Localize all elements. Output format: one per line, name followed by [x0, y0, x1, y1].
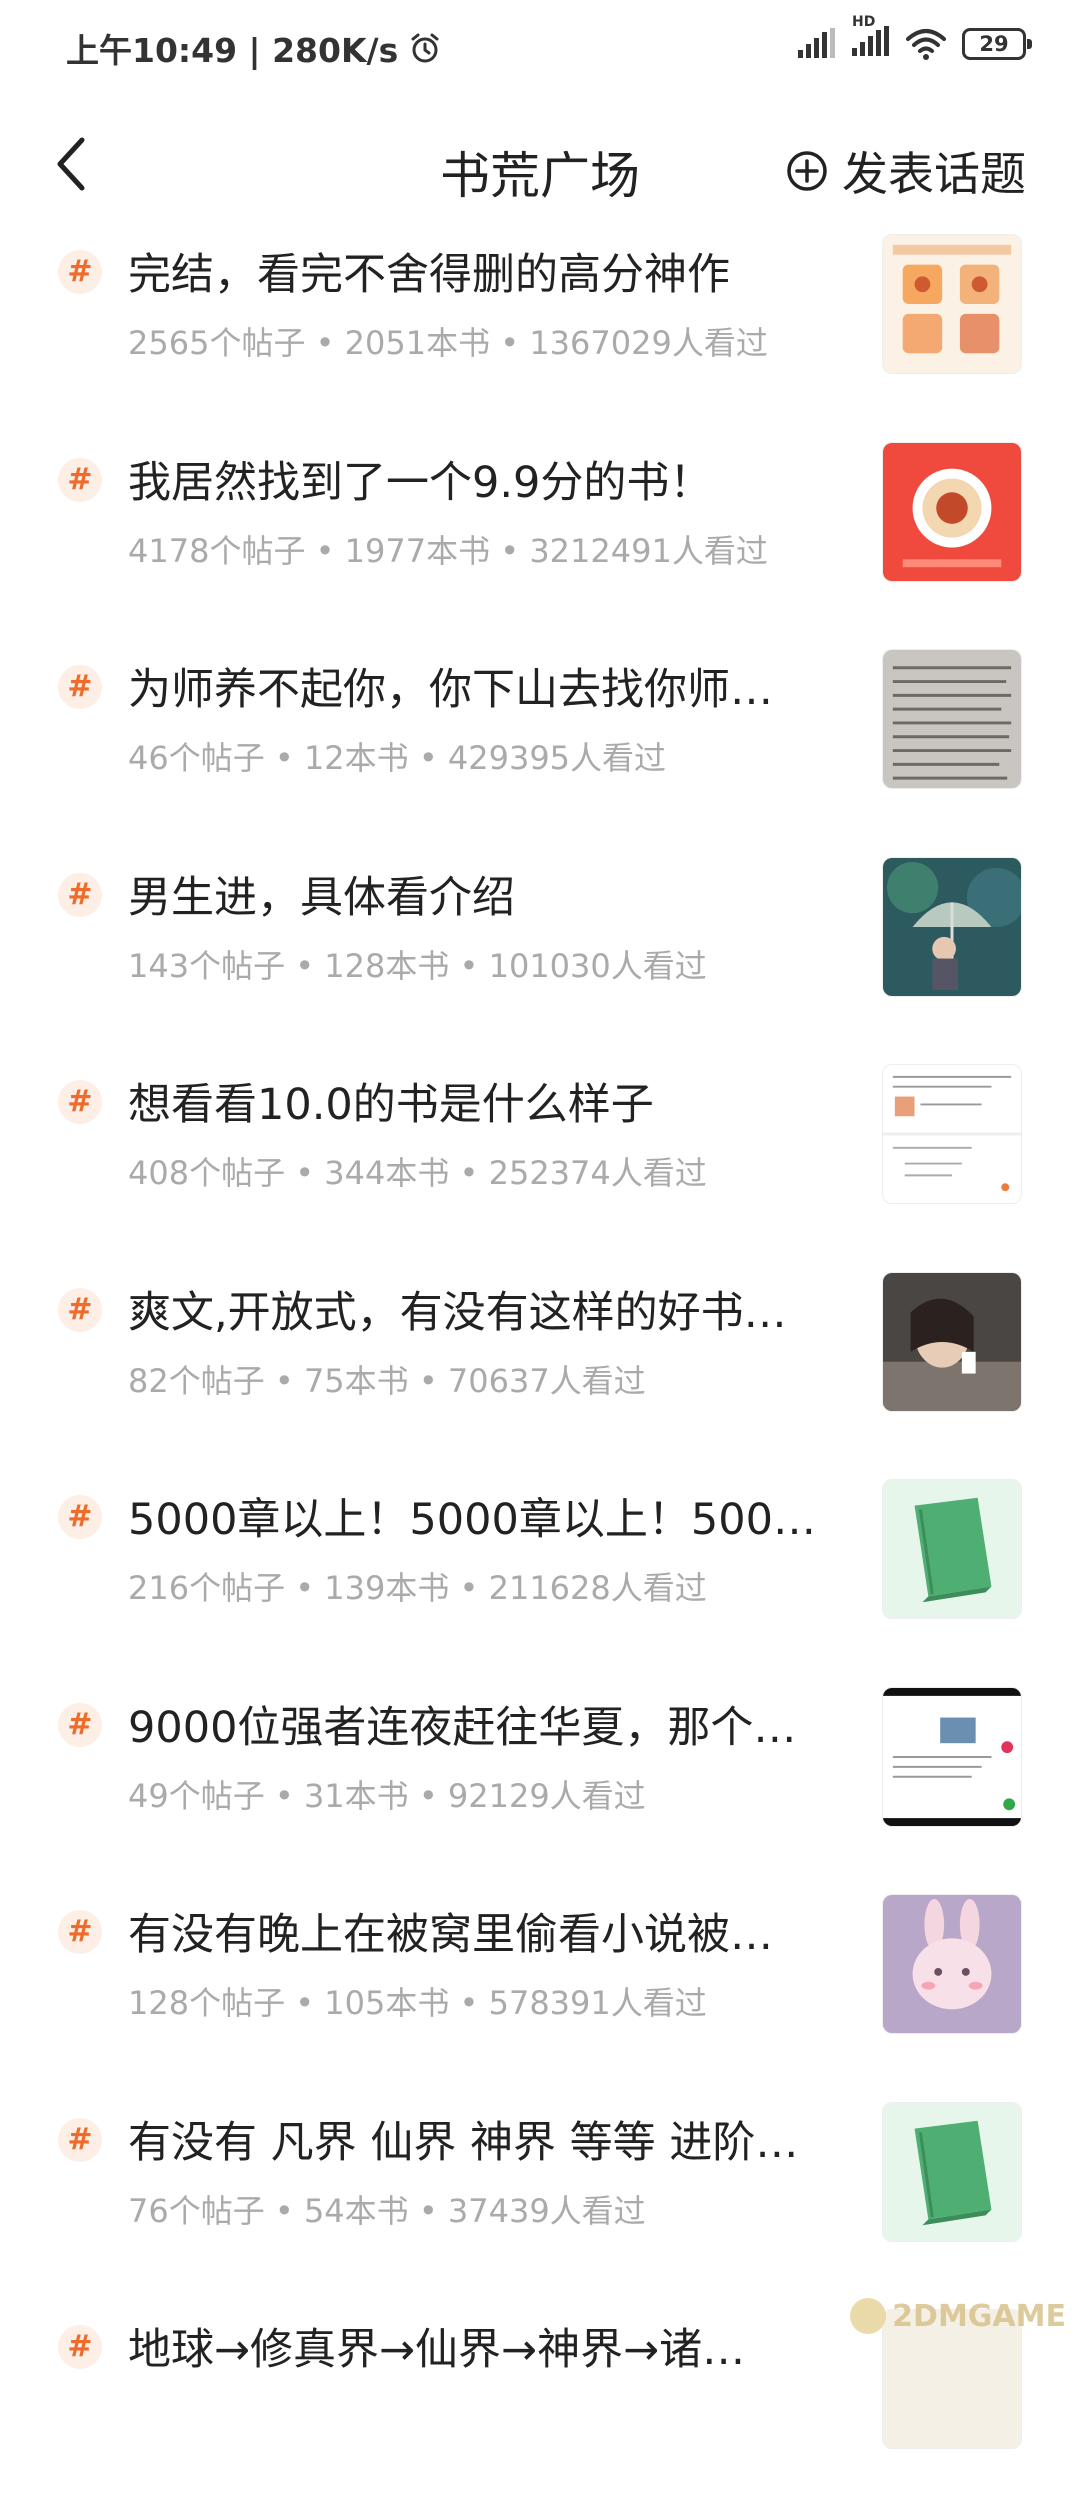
hash-icon: #	[58, 1910, 102, 1954]
hd-signal-group: HD	[850, 14, 890, 62]
topic-title: 为师养不起你，你下山去找你师…	[128, 665, 773, 715]
topic-item[interactable]: # 5000章以上！5000章以上！5000… 216个帖子 • 139本书 •…	[0, 1467, 1080, 1675]
hash-icon: #	[58, 1495, 102, 1539]
topic-item[interactable]: # 有没有晚上在被窝里偷看小说被… 128个帖子 • 105本书 • 57839…	[0, 1882, 1080, 2090]
hd-label: HD	[852, 14, 876, 30]
publish-topic-label: 发表话题	[842, 147, 1026, 201]
status-time-speed: 上午10:49 | 280K/s	[66, 31, 399, 70]
alarm-icon	[411, 33, 439, 63]
topic-title: 5000章以上！5000章以上！5000…	[128, 1495, 838, 1545]
hash-icon: #	[58, 1287, 102, 1332]
hash-icon: #	[58, 1702, 102, 1747]
topic-title: 完结，看完不舍得删的高分神作	[128, 250, 730, 300]
topic-thumbnail[interactable]	[882, 1271, 1022, 1412]
battery-indicator: 29	[962, 28, 1032, 60]
topic-stats: 216个帖子 • 139本书 • 211628人看过	[128, 1569, 707, 1607]
topic-stats: 2565个帖子 • 2051本书 • 1367029人看过	[128, 324, 768, 362]
wifi-icon	[906, 29, 946, 60]
topic-stats: 408个帖子 • 344本书 • 252374人看过	[128, 1154, 707, 1192]
hash-icon: #	[58, 250, 102, 294]
topic-title: 9000位强者连夜赶往华夏，那个…	[128, 1702, 797, 1753]
topic-item[interactable]: # 我居然找到了一个9.9分的书！ 4178个帖子 • 1977本书 • 321…	[0, 430, 1080, 638]
topic-list: # 完结，看完不舍得删的高分神作 2565个帖子 • 2051本书 • 1367…	[0, 222, 1080, 2505]
nav-bar: 书荒广场 发表话题	[0, 96, 1080, 236]
topic-item[interactable]: # 为师养不起你，你下山去找你师… 46个帖子 • 12本书 • 429395人…	[0, 637, 1080, 845]
watermark-text: 2DMGAME	[892, 2298, 1066, 2334]
topic-thumbnail[interactable]	[882, 234, 1022, 374]
topic-thumbnail[interactable]	[882, 441, 1022, 582]
topic-item[interactable]: # 爽文,开放式，有没有这样的好书… 82个帖子 • 75本书 • 70637人…	[0, 1260, 1080, 1468]
watermark-logo-icon	[850, 2298, 887, 2334]
topic-stats: 49个帖子 • 31本书 • 92129人看过	[128, 1776, 646, 1815]
topic-title: 有没有晚上在被窝里偷看小说被…	[128, 1910, 773, 1960]
topic-title: 我居然找到了一个9.9分的书！	[128, 457, 713, 508]
topic-item[interactable]: # 男生进，具体看介绍 143个帖子 • 128本书 • 101030人看过	[0, 845, 1080, 1053]
topic-stats: 76个帖子 • 54本书 • 37439人看过	[128, 2191, 646, 2230]
topic-item[interactable]: # 有没有 凡界 仙界 神界 等等 进阶… 76个帖子 • 54本书 • 374…	[0, 2090, 1080, 2298]
topic-stats: 143个帖子 • 128本书 • 101030人看过	[128, 946, 707, 985]
topic-title: 爽文,开放式，有没有这样的好书…	[128, 1287, 787, 1338]
hash-icon: #	[58, 1080, 102, 1124]
add-circle-icon	[787, 151, 827, 191]
topic-thumbnail[interactable]	[882, 1479, 1022, 1619]
topic-thumbnail[interactable]	[882, 1894, 1022, 2034]
signal-icon	[798, 28, 835, 58]
topic-title: 有没有 凡界 仙界 神界 等等 进阶…	[128, 2117, 799, 2168]
watermark: 2DMGAME	[850, 2298, 1066, 2334]
hash-icon: #	[58, 2325, 102, 2369]
topic-thumbnail[interactable]	[882, 1064, 1022, 1204]
hash-icon: #	[58, 872, 102, 917]
topic-thumbnail[interactable]	[882, 1686, 1022, 1827]
topic-title: 地球→修真界→仙界→神界→诸…	[128, 2325, 746, 2375]
topic-stats: 128个帖子 • 105本书 • 578391人看过	[128, 1984, 707, 2022]
topic-thumbnail[interactable]	[882, 649, 1022, 789]
topic-thumbnail[interactable]	[882, 856, 1022, 997]
hash-icon: #	[58, 2117, 102, 2162]
status-bar: 上午10:49 | 280K/s HD 29	[0, 0, 1080, 96]
topic-item[interactable]: # 想看看10.0的书是什么样子 408个帖子 • 344本书 • 252374…	[0, 1052, 1080, 1260]
signal-hd-icon	[852, 26, 889, 56]
status-left: 上午10:49 | 280K/s	[66, 24, 442, 72]
topic-stats: 46个帖子 • 12本书 • 429395人看过	[128, 739, 667, 777]
publish-topic-button[interactable]: 发表话题	[786, 138, 1026, 204]
hash-icon: #	[58, 457, 102, 502]
topic-stats: 82个帖子 • 75本书 • 70637人看过	[128, 1361, 646, 1400]
topic-title: 男生进，具体看介绍	[128, 872, 515, 923]
topic-thumbnail[interactable]	[882, 2101, 1022, 2242]
topic-stats: 4178个帖子 • 1977本书 • 3212491人看过	[128, 531, 768, 570]
hash-icon: #	[58, 665, 102, 709]
topic-title: 想看看10.0的书是什么样子	[128, 1080, 654, 1130]
status-right: HD 29	[796, 14, 1032, 62]
topic-item[interactable]: # 9000位强者连夜赶往华夏，那个… 49个帖子 • 31本书 • 92129…	[0, 1675, 1080, 1883]
topic-item[interactable]: # 完结，看完不舍得删的高分神作 2565个帖子 • 2051本书 • 1367…	[0, 222, 1080, 430]
